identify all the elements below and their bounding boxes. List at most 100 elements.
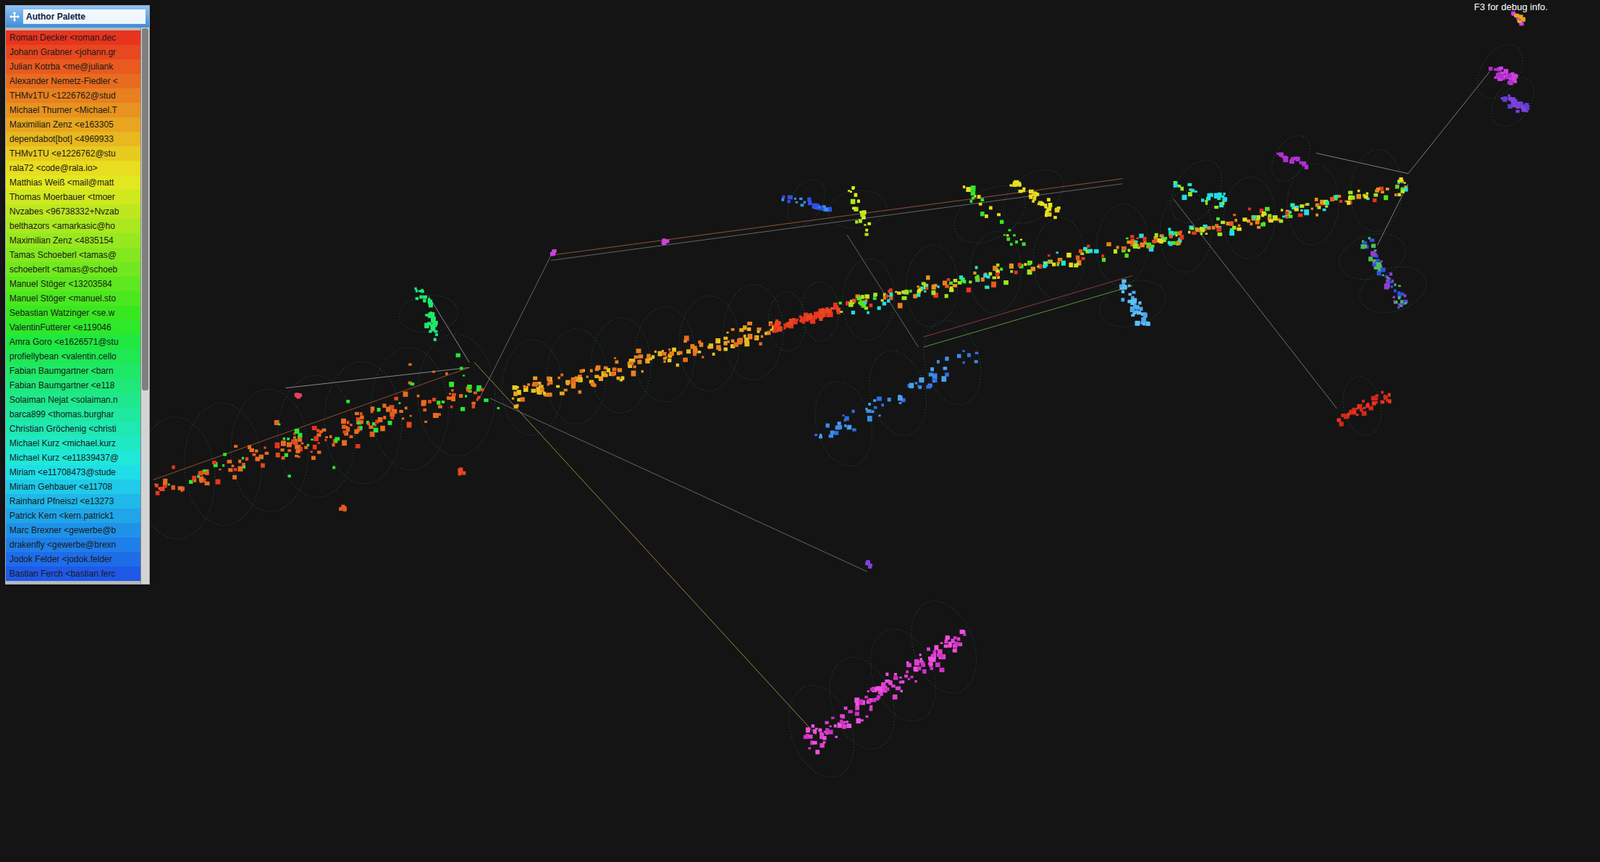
move-icon[interactable]	[9, 11, 20, 22]
author-row[interactable]: Marc Brexner <gewerbe@b	[5, 522, 141, 538]
file-node	[1502, 97, 1507, 102]
file-node	[683, 339, 688, 343]
file-node	[1127, 240, 1131, 244]
author-row[interactable]: Michael Thurner <Michael.T	[5, 102, 141, 118]
file-node	[1314, 197, 1319, 202]
palette-title-bar[interactable]: Author Palette	[5, 5, 150, 28]
file-node	[1133, 298, 1138, 304]
file-node	[831, 716, 835, 719]
author-row[interactable]: Sebastian Watzinger <se.w	[5, 305, 141, 320]
file-node	[932, 377, 938, 383]
author-row[interactable]: Maximilian Zenz <e163305	[5, 117, 141, 132]
author-row[interactable]: Johann Grabner <johann.gr	[5, 44, 141, 60]
author-row[interactable]: THMv1TU <e1226762@stu	[5, 146, 141, 161]
file-node	[1135, 320, 1141, 324]
file-node	[977, 194, 981, 199]
file-node	[594, 374, 599, 378]
file-node	[878, 414, 881, 417]
author-row[interactable]: Roman Decker <roman.dec	[5, 30, 141, 45]
author-row[interactable]: Bastian Ferch <bastian.ferc	[5, 566, 141, 581]
author-row[interactable]: barca899 <thomas.burghar	[5, 406, 141, 422]
author-row[interactable]: rala72 <code@rala.io>	[5, 160, 141, 176]
author-row[interactable]: Jodok Felder <jodok.felder	[5, 551, 141, 567]
author-row[interactable]: THMv1TU <1226762@stud	[5, 88, 141, 103]
file-node	[859, 301, 864, 306]
file-node	[1143, 241, 1147, 245]
author-row[interactable]: Michael Kurz <e11839437@	[5, 450, 141, 465]
edge-line	[847, 234, 919, 347]
file-node	[932, 373, 938, 379]
file-node	[978, 202, 983, 206]
author-row[interactable]: Amra Goro <e1626571@stu	[5, 334, 141, 349]
author-name: THMv1TU <e1226762@stu	[9, 148, 116, 159]
file-node	[1122, 284, 1127, 289]
file-node	[231, 464, 235, 467]
author-row[interactable]: belthazors <amarkasic@ho	[5, 218, 141, 234]
author-row[interactable]: Patrick Kern <kern.patrick1	[5, 508, 141, 523]
scrollbar-thumb[interactable]	[141, 28, 149, 391]
file-node	[199, 480, 203, 483]
file-node	[873, 292, 878, 297]
author-row[interactable]: profiellybean <valentin.cello	[5, 348, 141, 364]
author-row[interactable]: Fabian Baumgartner <barn	[5, 363, 141, 378]
file-node	[931, 290, 936, 295]
author-row[interactable]: Miriam <e11708473@stude	[5, 464, 141, 480]
file-node	[1264, 207, 1270, 212]
author-row[interactable]: Alexander Nemetz-Fiedler <	[5, 73, 141, 89]
file-node	[899, 401, 903, 404]
author-name: Rainhard Pfneiszl <e13273	[9, 495, 114, 507]
author-row[interactable]: Matthias Weiß <mail@matt	[5, 175, 141, 190]
author-row[interactable]: dependabot[bot] <4969933	[5, 131, 141, 147]
file-node	[297, 436, 302, 442]
file-node	[193, 479, 197, 483]
file-node	[1017, 262, 1022, 267]
author-row[interactable]: Thomas Moerbauer <tmoer	[5, 189, 141, 205]
file-node	[917, 666, 922, 670]
file-node	[894, 672, 898, 676]
repository-scene[interactable]	[0, 0, 1600, 862]
file-node	[1053, 215, 1058, 219]
scene-viewport[interactable]: F3 for debug info. Author Palette Roman …	[0, 0, 1600, 862]
file-node	[1146, 242, 1152, 249]
author-palette-window[interactable]: Author Palette Roman Decker <roman.decJo…	[5, 5, 150, 585]
file-node	[786, 321, 792, 326]
author-list[interactable]: Roman Decker <roman.decJohann Grabner <j…	[5, 27, 141, 584]
file-node	[1513, 13, 1519, 18]
file-node	[1398, 303, 1401, 307]
author-row[interactable]: Maximilian Zenz <4835154	[5, 233, 141, 248]
author-row[interactable]: Manuel Stöger <manuel.sto	[5, 291, 141, 306]
author-name: Patrick Kern <kern.patrick1	[9, 510, 114, 521]
author-row[interactable]: Miriam Gehbauer <e11708	[5, 479, 141, 494]
file-node	[1006, 233, 1010, 237]
author-row[interactable]: Manuel Stöger <13203584	[5, 276, 141, 292]
author-row[interactable]: schoeberlt <tamas@schoeb	[5, 262, 141, 277]
file-node	[777, 326, 783, 332]
file-node	[513, 390, 518, 396]
file-node	[1122, 285, 1127, 290]
author-row[interactable]: drakenfly <gewerbe@brexn	[5, 537, 141, 552]
file-node	[441, 400, 445, 404]
file-node	[820, 308, 825, 312]
author-row[interactable]: Christian Gröchenig <christi	[5, 421, 141, 436]
debug-hint: F3 for debug info.	[1474, 1, 1548, 14]
file-node	[756, 327, 761, 331]
author-row[interactable]: Rainhard Pfneiszl <e13273	[5, 493, 141, 509]
file-node	[731, 338, 735, 343]
author-row[interactable]: Solaiman Nejat <solaiman.n	[5, 392, 141, 407]
file-node	[218, 468, 221, 470]
author-name: Fabian Baumgartner <barn	[9, 365, 114, 376]
author-row[interactable]: Julian Kotrba <me@juliank	[5, 59, 141, 74]
file-node	[527, 382, 530, 386]
author-row[interactable]: Nvzabes <96738332+Nvzab	[5, 204, 141, 219]
file-node	[962, 185, 966, 189]
palette-scrollbar[interactable]	[140, 27, 150, 584]
file-node	[658, 351, 663, 357]
author-row[interactable]: Tamas Schoeberl <tamas@	[5, 247, 141, 263]
file-node	[731, 327, 735, 331]
file-node	[738, 337, 743, 343]
author-row[interactable]: Fabian Baumgartner <e118	[5, 377, 141, 393]
directory-ring	[818, 647, 907, 758]
author-row[interactable]: Michael Kurz <michael.kurz	[5, 435, 141, 451]
author-row[interactable]: ValentinFutterer <e119046	[5, 320, 141, 335]
file-node	[962, 349, 965, 352]
